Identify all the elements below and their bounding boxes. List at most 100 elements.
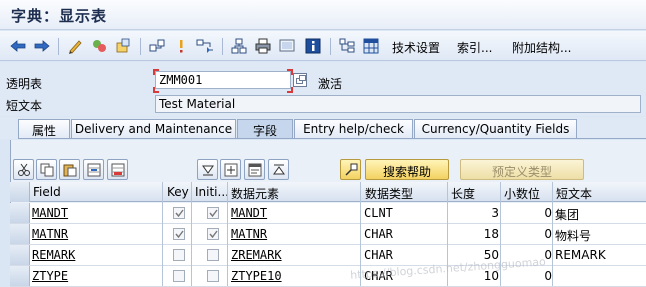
append-structure-button[interactable]: 附加结构... <box>512 39 571 56</box>
tab-fields[interactable]: 字段 <box>237 119 293 138</box>
column-header-data-element[interactable]: 数据元素 <box>231 185 279 202</box>
table-header: Field Key Initi... 数据元素 数据类型 长度 小数位 短文本 <box>10 182 646 202</box>
display-frame-icon[interactable] <box>278 37 296 55</box>
title-bar: 字典：显示表 <box>0 0 646 30</box>
table-row[interactable]: ZTYPE ZTYPE10 CHAR 10 0 <box>10 266 646 287</box>
search-help-button[interactable]: 搜索帮助 <box>365 159 449 180</box>
data-type-cell[interactable]: CHAR <box>364 227 393 241</box>
short-text-field[interactable]: Test Material <box>155 95 641 113</box>
predefined-type-button[interactable]: 预定义类型 <box>460 159 584 180</box>
row-selector[interactable] <box>10 266 30 286</box>
column-header-length[interactable]: 长度 <box>451 185 475 202</box>
column-header-field[interactable]: Field <box>33 185 61 199</box>
check-object-icon[interactable] <box>90 37 108 55</box>
column-header-initial[interactable]: Initi... <box>195 185 229 199</box>
table-type-label: 透明表 <box>6 77 43 91</box>
length-cell[interactable]: 18 <box>451 227 499 241</box>
table-grid-icon[interactable] <box>362 37 380 55</box>
initial-checkbox[interactable] <box>207 207 219 219</box>
data-element-cell[interactable]: ZTYPE10 <box>231 269 282 283</box>
tab-delivery-maintenance[interactable]: Delivery and Maintenance <box>71 119 236 138</box>
key-checkbox[interactable] <box>173 228 185 240</box>
info-marker-icon[interactable] <box>172 37 190 55</box>
row-selector[interactable] <box>10 224 30 244</box>
data-element-cell[interactable]: ZREMARK <box>231 248 282 262</box>
column-header-short-text[interactable]: 短文本 <box>556 185 592 202</box>
table-row[interactable]: REMARK ZREMARK CHAR 50 0 REMARK <box>10 245 646 266</box>
field-name-cell[interactable]: MANDT <box>32 206 68 220</box>
decimals-cell[interactable]: 0 <box>504 206 552 220</box>
key-checkbox[interactable] <box>173 270 185 282</box>
toolbar-separator <box>140 38 141 55</box>
column-divider <box>552 182 553 286</box>
required-marker <box>153 87 159 93</box>
column-divider <box>227 182 228 286</box>
information-icon[interactable] <box>304 37 322 55</box>
field-name-cell[interactable]: ZTYPE <box>32 269 68 283</box>
search-help-icon[interactable] <box>340 159 361 180</box>
cut-icon[interactable] <box>13 159 34 180</box>
tab-currency-quantity-fields[interactable]: Currency/Quantity Fields <box>414 119 577 138</box>
data-element-cell[interactable]: MATNR <box>231 227 267 241</box>
short-text-label: 短文本 <box>6 99 43 113</box>
initial-checkbox[interactable] <box>207 270 219 282</box>
printer-icon[interactable] <box>254 37 272 55</box>
key-checkbox[interactable] <box>173 249 185 261</box>
key-checkbox[interactable] <box>173 207 185 219</box>
table-name-field[interactable]: ZMM001 <box>155 71 291 89</box>
data-type-cell[interactable]: CHAR <box>364 248 393 262</box>
move-down-icon[interactable] <box>197 159 218 180</box>
insert-row-icon[interactable] <box>83 159 104 180</box>
index-button[interactable]: 索引... <box>457 39 492 56</box>
forward-arrow-icon[interactable] <box>33 37 51 55</box>
table-row[interactable]: MATNR MATNR CHAR 18 0 物料号 <box>10 224 646 245</box>
table-row[interactable]: MANDT MANDT CLNT 3 0 集团 <box>10 203 646 224</box>
page-title: 字典：显示表 <box>11 7 108 25</box>
tab-entry-help-check[interactable]: Entry help/check <box>294 119 413 138</box>
required-marker <box>287 87 293 93</box>
tab-strip: 属性 Delivery and Maintenance 字段 Entry hel… <box>0 117 646 139</box>
toolbar-separator <box>222 38 223 55</box>
paste-icon[interactable] <box>59 159 80 180</box>
tab-attributes[interactable]: 属性 <box>18 119 70 138</box>
back-arrow-icon[interactable] <box>9 37 27 55</box>
copy-window-icon[interactable] <box>293 73 307 87</box>
short-text-cell[interactable]: REMARK <box>555 248 606 262</box>
column-divider <box>162 182 163 286</box>
column-header-data-type[interactable]: 数据类型 <box>365 185 413 202</box>
structure-tree-icon[interactable] <box>338 37 356 55</box>
short-text-cell[interactable]: 集团 <box>555 206 579 223</box>
application-toolbar: 技术设置 索引... 附加结构... <box>0 31 646 61</box>
field-name-cell[interactable]: REMARK <box>32 248 75 262</box>
length-cell[interactable]: 3 <box>451 206 499 220</box>
activation-status: 激活 <box>318 77 343 91</box>
decimals-cell[interactable]: 0 <box>504 269 552 283</box>
table-header-area: 透明表 ZMM001 激活 短文本 Test Material <box>0 62 646 116</box>
initial-checkbox[interactable] <box>207 249 219 261</box>
delete-row-icon[interactable] <box>107 159 128 180</box>
select-all-cell[interactable] <box>10 182 30 202</box>
short-text-cell[interactable]: 物料号 <box>555 227 591 244</box>
details-icon[interactable] <box>244 159 265 180</box>
change-display-icon[interactable] <box>66 37 84 55</box>
initial-checkbox[interactable] <box>207 228 219 240</box>
column-header-decimals[interactable]: 小数位 <box>504 185 540 202</box>
insert-structure-icon[interactable] <box>220 159 241 180</box>
move-up-icon[interactable] <box>268 159 289 180</box>
object-list-icon[interactable] <box>230 37 248 55</box>
field-name-cell[interactable]: MATNR <box>32 227 68 241</box>
row-selector[interactable] <box>10 203 30 223</box>
column-header-key[interactable]: Key <box>167 185 189 199</box>
hierarchy-icon[interactable] <box>196 37 214 55</box>
activate-icon[interactable] <box>114 37 132 55</box>
row-selector[interactable] <box>10 245 30 265</box>
copy-icon[interactable] <box>36 159 57 180</box>
where-used-icon[interactable] <box>148 37 166 55</box>
required-marker <box>153 69 159 75</box>
data-element-cell[interactable]: MANDT <box>231 206 267 220</box>
data-type-cell[interactable]: CLNT <box>364 206 393 220</box>
tech-settings-button[interactable]: 技术设置 <box>392 39 440 56</box>
toolbar-separator <box>58 38 59 55</box>
decimals-cell[interactable]: 0 <box>504 227 552 241</box>
column-divider <box>191 182 192 286</box>
